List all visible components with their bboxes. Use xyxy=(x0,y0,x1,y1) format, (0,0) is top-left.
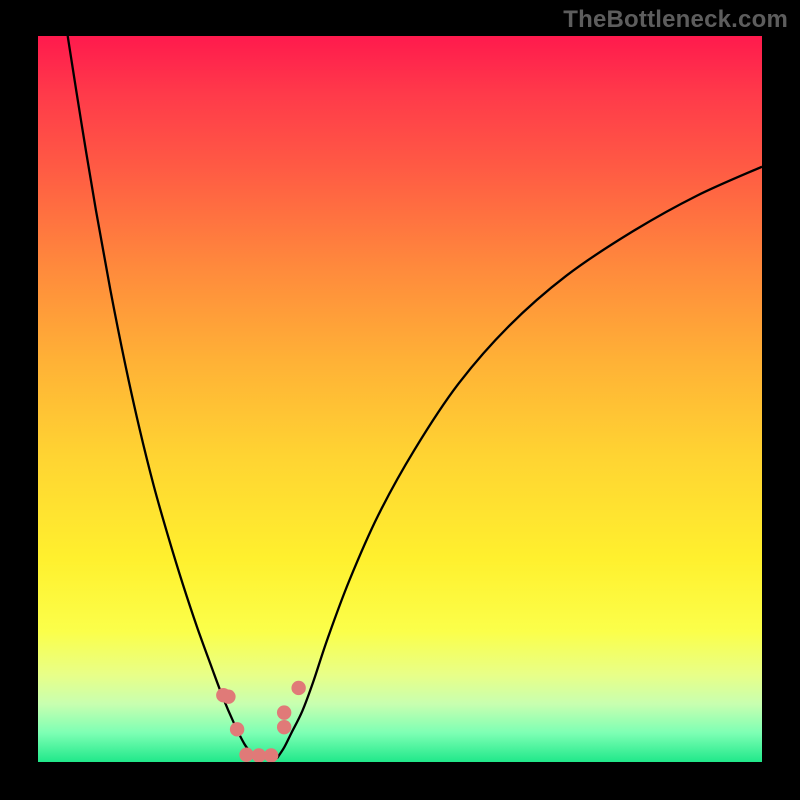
data-marker xyxy=(230,722,244,736)
curve-right xyxy=(277,167,762,759)
curve-left xyxy=(68,36,256,758)
data-marker xyxy=(277,705,291,719)
data-marker xyxy=(264,748,278,762)
data-marker xyxy=(221,689,235,703)
chart-frame: TheBottleneck.com xyxy=(0,0,800,800)
data-marker xyxy=(277,720,291,734)
curves-svg xyxy=(38,36,762,762)
data-marker xyxy=(291,681,305,695)
watermark-text: TheBottleneck.com xyxy=(563,6,788,34)
data-marker xyxy=(239,748,253,762)
data-marker xyxy=(252,748,266,762)
plot-area xyxy=(38,36,762,762)
markers xyxy=(216,681,306,762)
